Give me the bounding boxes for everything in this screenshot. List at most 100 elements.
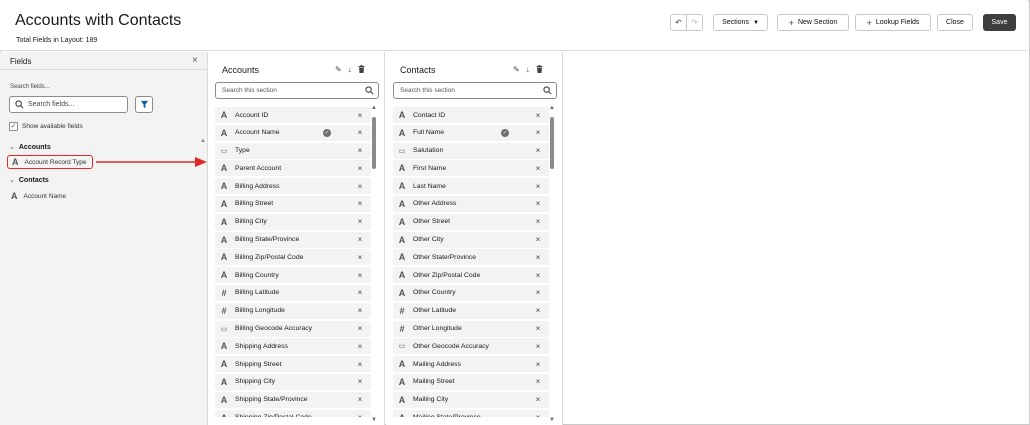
edit-icon[interactable]: ✎ xyxy=(335,65,342,75)
remove-field-icon[interactable]: × xyxy=(353,253,367,262)
remove-field-icon[interactable]: × xyxy=(531,182,545,191)
field-row[interactable]: ▭ Other Geocode Accuracy × xyxy=(393,338,549,355)
close-icon[interactable]: × xyxy=(192,55,198,66)
close-button[interactable]: Close xyxy=(937,14,973,31)
scroll-up-icon[interactable]: ▲ xyxy=(200,138,206,144)
delete-icon[interactable] xyxy=(358,65,365,75)
remove-field-icon[interactable]: × xyxy=(353,182,367,191)
scrollbar-thumb[interactable] xyxy=(550,117,554,169)
field-row[interactable]: AShipping Zip/Postal Code× xyxy=(215,409,371,417)
field-row[interactable]: A Billing Street × xyxy=(215,195,371,212)
remove-field-icon[interactable]: × xyxy=(531,164,545,173)
remove-field-icon[interactable]: × xyxy=(531,217,545,226)
remove-field-icon[interactable]: × xyxy=(531,199,545,208)
field-row[interactable]: A Other Zip/Postal Code × xyxy=(393,267,549,284)
field-row[interactable]: A Account ID × xyxy=(215,107,371,123)
sections-button[interactable]: Sections ▼ xyxy=(713,14,768,31)
remove-field-icon[interactable]: × xyxy=(353,360,367,369)
remove-field-icon[interactable]: × xyxy=(353,146,367,155)
field-row[interactable]: A First Name × xyxy=(393,160,549,177)
field-row[interactable]: A Contact ID × xyxy=(393,107,549,123)
remove-field-icon[interactable]: × xyxy=(531,288,545,297)
show-available-checkbox[interactable]: ✓ xyxy=(9,122,18,131)
remove-field-icon[interactable]: × xyxy=(353,111,367,120)
remove-field-icon[interactable]: × xyxy=(353,235,367,244)
filter-button[interactable] xyxy=(135,96,153,113)
remove-field-icon[interactable]: × xyxy=(531,413,545,417)
remove-field-icon[interactable]: × xyxy=(353,128,367,137)
undo-icon[interactable]: ↶ xyxy=(671,15,686,30)
remove-field-icon[interactable]: × xyxy=(531,342,545,351)
remove-field-icon[interactable]: × xyxy=(531,146,545,155)
remove-field-icon[interactable]: × xyxy=(531,395,545,404)
field-row[interactable]: # Other Latitude × xyxy=(393,302,549,319)
lookup-fields-button[interactable]: + Lookup Fields xyxy=(855,14,931,31)
remove-field-icon[interactable]: × xyxy=(531,360,545,369)
new-section-button[interactable]: + New Section xyxy=(777,14,849,31)
group-accounts[interactable]: ⌄ Accounts xyxy=(9,143,51,151)
remove-field-icon[interactable]: × xyxy=(353,288,367,297)
remove-field-icon[interactable]: × xyxy=(353,324,367,333)
search-fields-input[interactable]: Search fields... xyxy=(9,96,128,113)
field-row[interactable]: A Mailing City × xyxy=(393,391,549,408)
group-contacts[interactable]: ⌄ Contacts xyxy=(9,176,49,184)
field-row[interactable]: A Billing Zip/Postal Code × xyxy=(215,249,371,266)
field-row[interactable]: A Shipping State/Province × xyxy=(215,391,371,408)
field-row[interactable]: A Shipping City × xyxy=(215,373,371,390)
section-search-input[interactable]: Search this section xyxy=(393,82,557,99)
field-account-record-type[interactable]: A Account Record Type xyxy=(7,155,93,169)
field-row[interactable]: AMailing State/Province× xyxy=(393,409,549,417)
field-row[interactable]: # Billing Latitude × xyxy=(215,284,371,301)
remove-field-icon[interactable]: × xyxy=(531,271,545,280)
edit-icon[interactable]: ✎ xyxy=(513,65,520,75)
scrollbar[interactable]: ▲ ▼ xyxy=(371,105,377,423)
field-row[interactable]: A Shipping Address × xyxy=(215,338,371,355)
field-row[interactable]: A Other Street × xyxy=(393,213,549,230)
remove-field-icon[interactable]: × xyxy=(531,324,545,333)
redo-icon[interactable]: ↷ xyxy=(686,15,702,30)
save-button[interactable]: Save xyxy=(983,14,1016,31)
field-row[interactable]: A Billing Address × xyxy=(215,178,371,195)
delete-icon[interactable] xyxy=(536,65,543,75)
field-row[interactable]: A Billing Country × xyxy=(215,267,371,284)
field-row[interactable]: A Other Address × xyxy=(393,195,549,212)
field-row[interactable]: A Shipping Street × xyxy=(215,356,371,373)
scroll-down-icon[interactable]: ▼ xyxy=(371,417,377,423)
remove-field-icon[interactable]: × xyxy=(531,235,545,244)
remove-field-icon[interactable]: × xyxy=(531,253,545,262)
scroll-down-icon[interactable]: ▼ xyxy=(549,417,555,423)
remove-field-icon[interactable]: × xyxy=(531,306,545,315)
field-row[interactable]: ▭ Salutation × xyxy=(393,142,549,159)
remove-field-icon[interactable]: × xyxy=(353,413,367,417)
remove-field-icon[interactable]: × xyxy=(531,111,545,120)
remove-field-icon[interactable]: × xyxy=(353,199,367,208)
scroll-up-icon[interactable]: ▲ xyxy=(549,105,555,111)
remove-field-icon[interactable]: × xyxy=(531,128,545,137)
field-row[interactable]: # Other Longitude × xyxy=(393,320,549,337)
remove-field-icon[interactable]: × xyxy=(353,164,367,173)
remove-field-icon[interactable]: × xyxy=(353,377,367,386)
field-row[interactable]: A Billing State/Province × xyxy=(215,231,371,248)
field-row[interactable]: A Other Country × xyxy=(393,284,549,301)
field-row[interactable]: A Account Name ✓ × xyxy=(215,124,371,141)
remove-field-icon[interactable]: × xyxy=(353,271,367,280)
scrollbar-thumb[interactable] xyxy=(372,117,376,169)
field-account-name[interactable]: A Account Name xyxy=(7,189,66,203)
field-row[interactable]: A Billing City × xyxy=(215,213,371,230)
section-search-input[interactable]: Search this section xyxy=(215,82,379,99)
move-down-icon[interactable]: ↓ xyxy=(526,65,530,75)
field-row[interactable]: A Mailing Street × xyxy=(393,373,549,390)
field-row[interactable]: A Mailing Address × xyxy=(393,356,549,373)
field-row[interactable]: A Other City × xyxy=(393,231,549,248)
remove-field-icon[interactable]: × xyxy=(353,306,367,315)
move-down-icon[interactable]: ↓ xyxy=(348,65,352,75)
remove-field-icon[interactable]: × xyxy=(353,217,367,226)
field-row[interactable]: A Parent Account × xyxy=(215,160,371,177)
scroll-up-icon[interactable]: ▲ xyxy=(371,105,377,111)
scrollbar[interactable]: ▲ ▼ xyxy=(549,105,555,423)
remove-field-icon[interactable]: × xyxy=(531,377,545,386)
field-row[interactable]: ▭ Type × xyxy=(215,142,371,159)
remove-field-icon[interactable]: × xyxy=(353,342,367,351)
remove-field-icon[interactable]: × xyxy=(353,395,367,404)
field-row[interactable]: A Other State/Province × xyxy=(393,249,549,266)
